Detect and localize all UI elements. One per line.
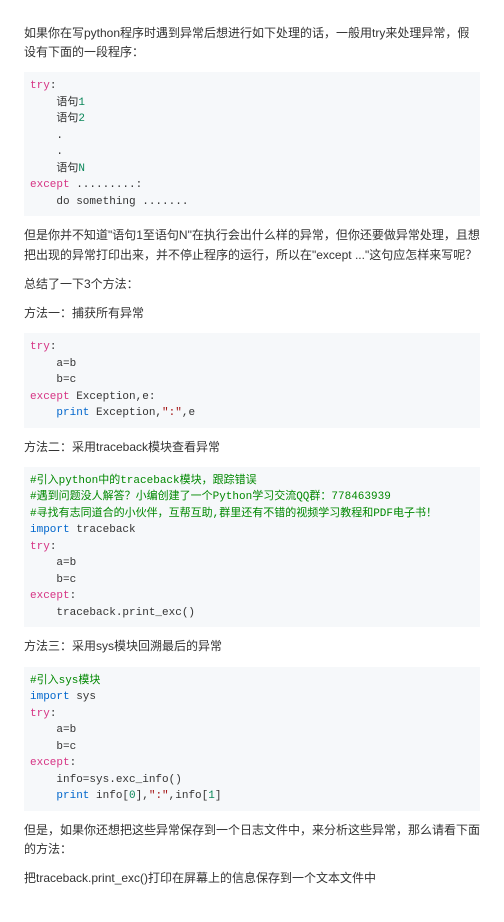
code-text: ] [215, 790, 222, 802]
code-text: a=b [30, 557, 76, 569]
keyword-except: except [30, 757, 70, 769]
colon: : [70, 590, 77, 602]
paragraph-summary: 总结了一下3个方法： [24, 275, 480, 294]
indent [30, 790, 56, 802]
code-text: ,info[ [169, 790, 209, 802]
code-text: 语句 [30, 97, 78, 109]
heading-method-1: 方法一：捕获所有异常 [24, 304, 480, 323]
number: 1 [208, 790, 215, 802]
paragraph-intro: 如果你在写python程序时遇到异常后想进行如下处理的话，一般用try来处理异常… [24, 24, 480, 62]
code-text: 语句 [30, 113, 78, 125]
indent [30, 407, 56, 419]
code-text: traceback.print_exc() [30, 607, 195, 619]
keyword-try: try [30, 341, 50, 353]
string: ":" [149, 790, 169, 802]
paragraph-save-file: 把traceback.print_exc()打印在屏幕上的信息保存到一个文本文件… [24, 869, 480, 888]
code-text: ,e [182, 407, 195, 419]
paragraph-logging: 但是，如果你还想把这些异常保存到一个日志文件中，来分析这些异常，那么请看下面的方… [24, 821, 480, 859]
code-block-3: #引入python中的traceback模块，跟踪错误 #遇到问题没人解答？小编… [24, 467, 480, 628]
code-text: sys [70, 691, 96, 703]
paragraph-question: 但是你并不知道"语句1至语句N"在执行会出什么样的异常，但你还要做异常处理，且想… [24, 226, 480, 264]
code-text: b=c [30, 741, 76, 753]
comment: #寻找有志同道合的小伙伴，互帮互助,群里还有不错的视频学习教程和PDF电子书！ [30, 508, 437, 520]
keyword-try: try [30, 708, 50, 720]
code-text: b=c [30, 374, 76, 386]
code-text: a=b [30, 724, 76, 736]
comment: #引入python中的traceback模块，跟踪错误 [30, 475, 257, 487]
code-text: .........: [70, 179, 143, 191]
number: 1 [78, 97, 85, 109]
code-text: Exception,e: [70, 391, 156, 403]
heading-method-3: 方法三：采用sys模块回溯最后的异常 [24, 637, 480, 656]
code-text: . [30, 146, 63, 158]
code-text: info[ [89, 790, 129, 802]
number: 0 [129, 790, 136, 802]
identifier: N [78, 163, 85, 175]
colon: : [50, 541, 57, 553]
code-text: traceback [70, 524, 136, 536]
keyword-except: except [30, 179, 70, 191]
keyword-try: try [30, 541, 50, 553]
comment: #引入sys模块 [30, 675, 100, 687]
number: 2 [78, 113, 85, 125]
keyword-except: except [30, 391, 70, 403]
comment: #遇到问题没人解答？小编创建了一个Python学习交流QQ群：778463939 [30, 491, 391, 503]
heading-method-2: 方法二：采用traceback模块查看异常 [24, 438, 480, 457]
code-text: a=b [30, 358, 76, 370]
colon: : [50, 80, 57, 92]
keyword-except: except [30, 590, 70, 602]
keyword-print: print [56, 407, 89, 419]
code-text: Exception, [89, 407, 162, 419]
code-block-4: #引入sys模块 import sys try: a=b b=c except:… [24, 667, 480, 811]
code-text: b=c [30, 574, 76, 586]
code-text: info=sys.exc_info() [30, 774, 182, 786]
colon: : [50, 708, 57, 720]
keyword-import: import [30, 524, 70, 536]
string: ":" [162, 407, 182, 419]
code-text: ], [136, 790, 149, 802]
code-text: . [30, 130, 63, 142]
code-block-2: try: a=b b=c except Exception,e: print E… [24, 333, 480, 428]
code-block-1: try: 语句1 语句2 . . 语句N except .........: d… [24, 72, 480, 216]
keyword-try: try [30, 80, 50, 92]
code-text: do something ....... [30, 196, 188, 208]
keyword-print: print [56, 790, 89, 802]
code-text: 语句 [30, 163, 78, 175]
colon: : [50, 341, 57, 353]
colon: : [70, 757, 77, 769]
keyword-import: import [30, 691, 70, 703]
